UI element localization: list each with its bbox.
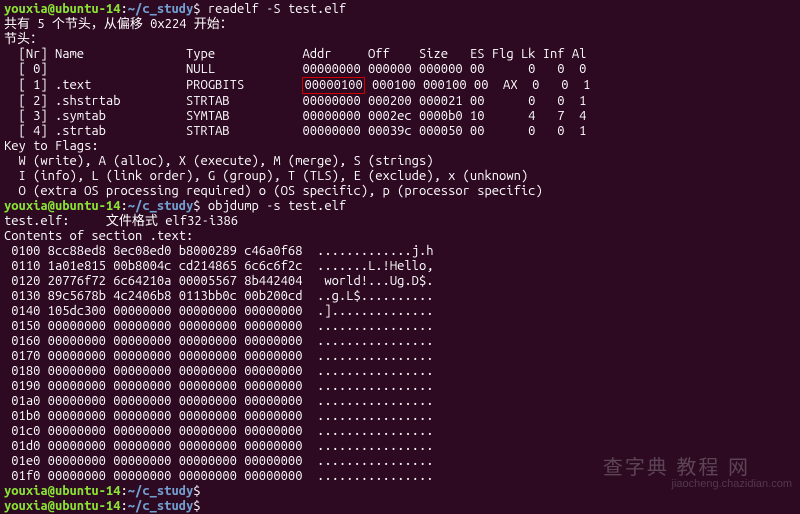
objdump-file-format: test.elf: 文件格式 elf32-i386 (4, 214, 796, 229)
hex-row: 0180 00000000 00000000 00000000 00000000… (4, 364, 796, 379)
prompt-user: youxia@ubuntu-14 (4, 2, 120, 16)
hex-row: 0160 00000000 00000000 00000000 00000000… (4, 334, 796, 349)
prompt-user: youxia@ubuntu-14 (4, 499, 120, 513)
prompt-sep2: $ (193, 199, 208, 213)
prompt-sep2: $ (193, 499, 208, 513)
watermark-text-1: 查字典 教程 网 (603, 461, 750, 476)
hex-row: 0170 00000000 00000000 00000000 00000000… (4, 349, 796, 364)
prompt-line-4[interactable]: youxia@ubuntu-14:~/c_study$ (4, 499, 796, 514)
hex-row: 01c0 00000000 00000000 00000000 00000000… (4, 424, 796, 439)
prompt-path: ~/c_study (128, 499, 194, 513)
hex-row: 01b0 00000000 00000000 00000000 00000000… (4, 409, 796, 424)
section-row-1: [ 1] .text PROGBITS 00000100 000100 0001… (4, 77, 796, 94)
hex-row: 0140 105dc300 00000000 00000000 00000000… (4, 304, 796, 319)
key-title: Key to Flags: (4, 139, 796, 154)
prompt-sep1: : (120, 499, 127, 513)
prompt-sep1: : (120, 484, 127, 498)
section-row-3: [ 3] .symtab SYMTAB 00000000 0002ec 0000… (4, 109, 796, 124)
prompt-sep2: $ (193, 2, 208, 16)
section-row-2: [ 2] .shstrtab STRTAB 00000000 000200 00… (4, 94, 796, 109)
hex-row: 0150 00000000 00000000 00000000 00000000… (4, 319, 796, 334)
key-flags-1: W (write), A (alloc), X (execute), M (me… (4, 154, 796, 169)
prompt-path: ~/c_study (128, 199, 194, 213)
hex-row: 01d0 00000000 00000000 00000000 00000000… (4, 439, 796, 454)
section-row-0: [ 0] NULL 00000000 000000 000000 00 0 0 … (4, 62, 796, 77)
prompt-sep1: : (120, 199, 127, 213)
readelf-header: 共有 5 个节头，从偏移 0x224 开始： (4, 17, 796, 32)
hex-dump-rows: 0100 8cc88ed8 8ec08ed0 b8000289 c46a0f68… (4, 244, 796, 484)
sections-label: 节头： (4, 32, 796, 47)
key-flags-2: I (info), L (link order), G (group), T (… (4, 169, 796, 184)
hex-row: 0110 1a01e815 00b8004c cd214865 6c6c6f2c… (4, 259, 796, 274)
prompt-line-1[interactable]: youxia@ubuntu-14:~/c_study$ readelf -S t… (4, 2, 796, 17)
watermark-text-2: jiaocheng.chazidian.com (672, 477, 792, 492)
contents-title: Contents of section .text: (4, 229, 796, 244)
readelf-command: readelf -S test.elf (208, 2, 346, 16)
prompt-user: youxia@ubuntu-14 (4, 484, 120, 498)
hex-row: 0130 89c5678b 4c2406b8 0113bb0c 00b200cd… (4, 289, 796, 304)
hex-row: 01a0 00000000 00000000 00000000 00000000… (4, 394, 796, 409)
hex-row: 0190 00000000 00000000 00000000 00000000… (4, 379, 796, 394)
prompt-user: youxia@ubuntu-14 (4, 199, 120, 213)
hex-row: 0120 20776f72 6c64210a 00005567 8b442404… (4, 274, 796, 289)
prompt-sep2: $ (193, 484, 208, 498)
prompt-path: ~/c_study (128, 484, 194, 498)
section-col-header: [Nr] Name Type Addr Off Size ES Flg Lk I… (4, 47, 796, 62)
prompt-sep1: : (120, 2, 127, 16)
prompt-line-2[interactable]: youxia@ubuntu-14:~/c_study$ objdump -s t… (4, 199, 796, 214)
key-flags-3: O (extra OS processing required) o (OS s… (4, 184, 796, 199)
prompt-path: ~/c_study (128, 2, 194, 16)
section-row-4: [ 4] .strtab STRTAB 00000000 00039c 0000… (4, 124, 796, 139)
objdump-command: objdump -s test.elf (208, 199, 346, 213)
hex-row: 0100 8cc88ed8 8ec08ed0 b8000289 c46a0f68… (4, 244, 796, 259)
highlighted-addr: 00000100 (302, 77, 364, 94)
